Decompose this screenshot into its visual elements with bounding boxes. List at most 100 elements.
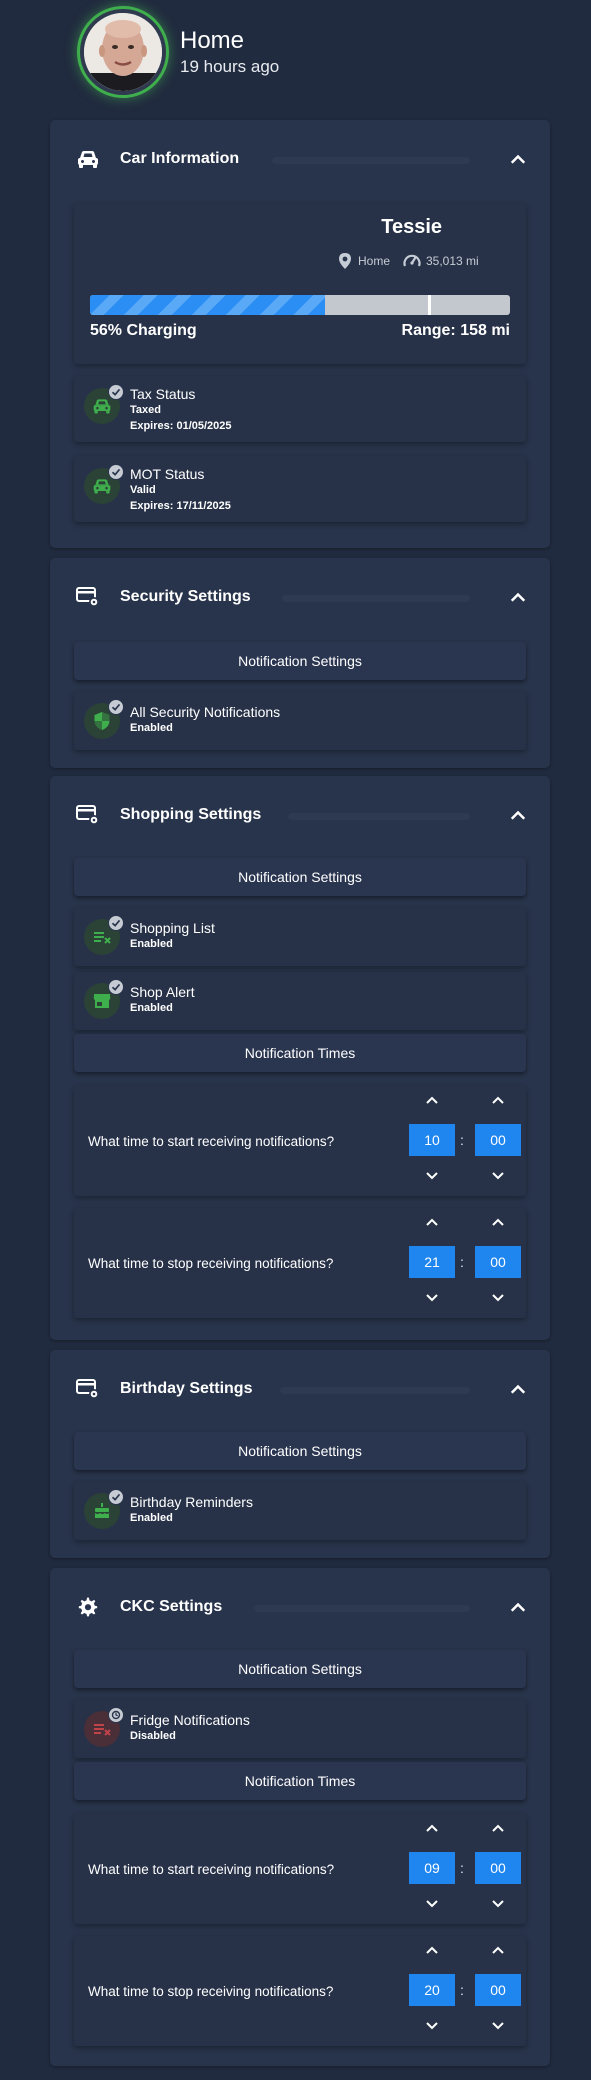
item-expiry: Expires: 17/11/2025 — [130, 500, 231, 512]
hour-down-chevron-icon[interactable] — [424, 1170, 440, 1182]
hour-down-chevron-icon[interactable] — [424, 1898, 440, 1910]
minute-down-chevron-icon[interactable] — [490, 2020, 506, 2032]
minute-value[interactable]: 00 — [475, 1974, 521, 2006]
car-icon — [92, 476, 112, 496]
minute-down-chevron-icon[interactable] — [490, 1170, 506, 1182]
collapse-chevron-up-icon[interactable] — [508, 1379, 528, 1399]
list-icon — [92, 927, 112, 947]
minute-value[interactable]: 00 — [475, 1246, 521, 1278]
item-title: Shop Alert — [130, 984, 195, 1000]
collapse-chevron-up-icon[interactable] — [508, 1597, 528, 1617]
check-badge-icon — [108, 464, 124, 480]
check-badge-icon — [108, 1489, 124, 1505]
hour-up-chevron-icon[interactable] — [424, 1094, 440, 1106]
birthday-reminders-toggle[interactable]: Birthday Reminders Enabled — [74, 1482, 526, 1540]
shopping-list-toggle[interactable]: Shopping List Enabled — [74, 908, 526, 966]
minute-value[interactable]: 00 — [475, 1852, 521, 1884]
minute-up-chevron-icon[interactable] — [490, 1822, 506, 1834]
card-header-divider — [282, 595, 470, 602]
collapse-chevron-up-icon[interactable] — [508, 587, 528, 607]
item-status: Taxed — [130, 404, 161, 416]
card-title: CKC Settings — [120, 1598, 223, 1615]
item-title: Fridge Notifications — [130, 1712, 250, 1728]
shop-alert-toggle[interactable]: Shop Alert Enabled — [74, 972, 526, 1030]
item-status: Enabled — [130, 722, 173, 734]
card-header[interactable]: CKC Settings — [50, 1568, 550, 1646]
item-status: Enabled — [130, 1002, 173, 1014]
hour-value[interactable]: 20 — [409, 1974, 455, 2006]
notification-settings-button[interactable]: Notification Settings — [74, 1650, 526, 1688]
hour-value[interactable]: 10 — [409, 1124, 455, 1156]
car-location: Home — [358, 254, 391, 268]
car-icon — [92, 396, 112, 416]
notification-settings-button[interactable]: Notification Settings — [74, 858, 526, 896]
ckc-settings-card: CKC Settings Notification Settings Fridg… — [50, 1568, 550, 2066]
charge-progress-fill — [90, 295, 326, 315]
card-header-divider — [254, 1605, 470, 1612]
settings-card-icon — [76, 1378, 100, 1400]
notification-settings-button[interactable]: Notification Settings — [74, 642, 526, 680]
page-title: Home — [180, 27, 245, 54]
tax-status-item: Tax Status Taxed Expires: 01/05/2025 — [74, 376, 526, 442]
card-header[interactable]: Car Information — [50, 120, 550, 198]
last-updated: 19 hours ago — [180, 57, 280, 76]
stop-time-picker: What time to stop receiving notification… — [74, 1208, 526, 1318]
item-expiry: Expires: 01/05/2025 — [130, 420, 232, 432]
hour-value[interactable]: 21 — [409, 1246, 455, 1278]
minute-up-chevron-icon[interactable] — [490, 1094, 506, 1106]
hour-down-chevron-icon[interactable] — [424, 2020, 440, 2032]
shield-icon — [92, 711, 112, 731]
minute-down-chevron-icon[interactable] — [490, 1898, 506, 1910]
card-header-divider — [272, 157, 470, 164]
hour-value[interactable]: 09 — [409, 1852, 455, 1884]
notification-settings-button[interactable]: Notification Settings — [74, 1432, 526, 1470]
cake-icon — [92, 1501, 112, 1521]
card-header[interactable]: Birthday Settings — [50, 1350, 550, 1428]
hour-up-chevron-icon[interactable] — [424, 1944, 440, 1956]
check-badge-icon — [108, 979, 124, 995]
card-header-divider — [280, 1387, 470, 1394]
mot-status-item: MOT Status Valid Expires: 17/11/2025 — [74, 456, 526, 522]
notification-times-button[interactable]: Notification Times — [74, 1762, 526, 1800]
car-icon — [76, 148, 100, 170]
item-title: Tax Status — [130, 386, 196, 402]
card-title: Car Information — [120, 150, 240, 167]
card-title: Birthday Settings — [120, 1380, 253, 1397]
hour-down-chevron-icon[interactable] — [424, 1292, 440, 1304]
item-status: Enabled — [130, 1512, 173, 1524]
fridge-notifications-toggle[interactable]: Fridge Notifications Disabled — [74, 1700, 526, 1758]
stop-time-question: What time to stop receiving notification… — [88, 1256, 334, 1271]
minute-up-chevron-icon[interactable] — [490, 1216, 506, 1228]
card-header[interactable]: Security Settings — [50, 558, 550, 636]
hour-up-chevron-icon[interactable] — [424, 1216, 440, 1228]
notification-times-button[interactable]: Notification Times — [74, 1034, 526, 1072]
card-header-divider — [288, 813, 470, 820]
collapse-chevron-up-icon[interactable] — [508, 805, 528, 825]
header: Home 19 hours ago — [80, 9, 540, 95]
start-time-picker: What time to start receiving notificatio… — [74, 1814, 526, 1924]
start-time-picker: What time to start receiving notificatio… — [74, 1086, 526, 1196]
security-settings-card: Security Settings Notification Settings … — [50, 558, 550, 768]
security-notifications-toggle[interactable]: All Security Notifications Enabled — [74, 692, 526, 750]
status-icon-wrap — [84, 464, 124, 504]
shopping-settings-card: Shopping Settings Notification Settings … — [50, 776, 550, 1340]
item-title: Shopping List — [130, 920, 215, 936]
card-title: Shopping Settings — [120, 806, 262, 823]
collapse-chevron-up-icon[interactable] — [508, 149, 528, 169]
minute-up-chevron-icon[interactable] — [490, 1944, 506, 1956]
charge-limit-marker — [428, 295, 431, 315]
speedometer-icon — [402, 252, 422, 270]
item-title: MOT Status — [130, 466, 205, 482]
status-icon-wrap — [84, 699, 124, 739]
avatar[interactable] — [80, 9, 166, 95]
time-separator: : — [460, 1132, 464, 1148]
time-separator: : — [460, 1982, 464, 1998]
car-name: Tessie — [381, 216, 442, 238]
card-header[interactable]: Shopping Settings — [50, 776, 550, 854]
minute-down-chevron-icon[interactable] — [490, 1292, 506, 1304]
status-icon-wrap — [84, 384, 124, 424]
minute-value[interactable]: 00 — [475, 1124, 521, 1156]
stop-time-picker: What time to stop receiving notification… — [74, 1936, 526, 2046]
hour-up-chevron-icon[interactable] — [424, 1822, 440, 1834]
card-title: Security Settings — [120, 588, 251, 605]
